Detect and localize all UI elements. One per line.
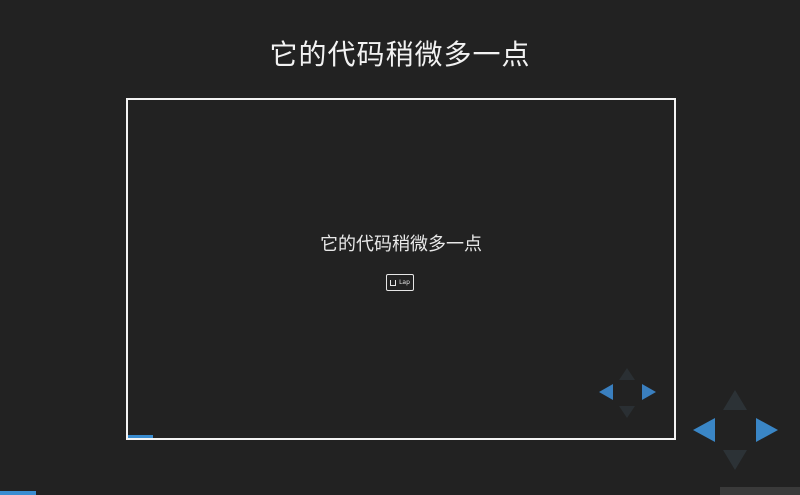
arrow-right-icon[interactable] [756, 418, 778, 442]
arrow-left-icon[interactable] [599, 384, 613, 400]
arrow-up-icon[interactable] [723, 390, 747, 410]
arrow-down-icon[interactable] [723, 450, 747, 470]
arrow-right-icon[interactable] [642, 384, 656, 400]
slide-stage: 它的代码稍微多一点 它的代码稍微多一点 Lap [0, 0, 800, 495]
corner-widget [720, 487, 800, 495]
embedded-presentation-frame[interactable]: 它的代码稍微多一点 Lap [126, 98, 676, 440]
badge-glyph [390, 279, 397, 286]
arrow-left-icon[interactable] [693, 418, 715, 442]
arrow-up-icon[interactable] [619, 368, 635, 380]
badge-text: Lap [399, 279, 410, 286]
presentation-progress-bar [0, 491, 36, 495]
arrow-down-icon[interactable] [619, 406, 635, 418]
embedded-slide-title: 它的代码稍微多一点 [320, 234, 482, 255]
presentation-badge-icon: Lap [386, 274, 414, 291]
slide-title: 它的代码稍微多一点 [269, 38, 531, 71]
embedded-progress-bar [128, 435, 153, 438]
